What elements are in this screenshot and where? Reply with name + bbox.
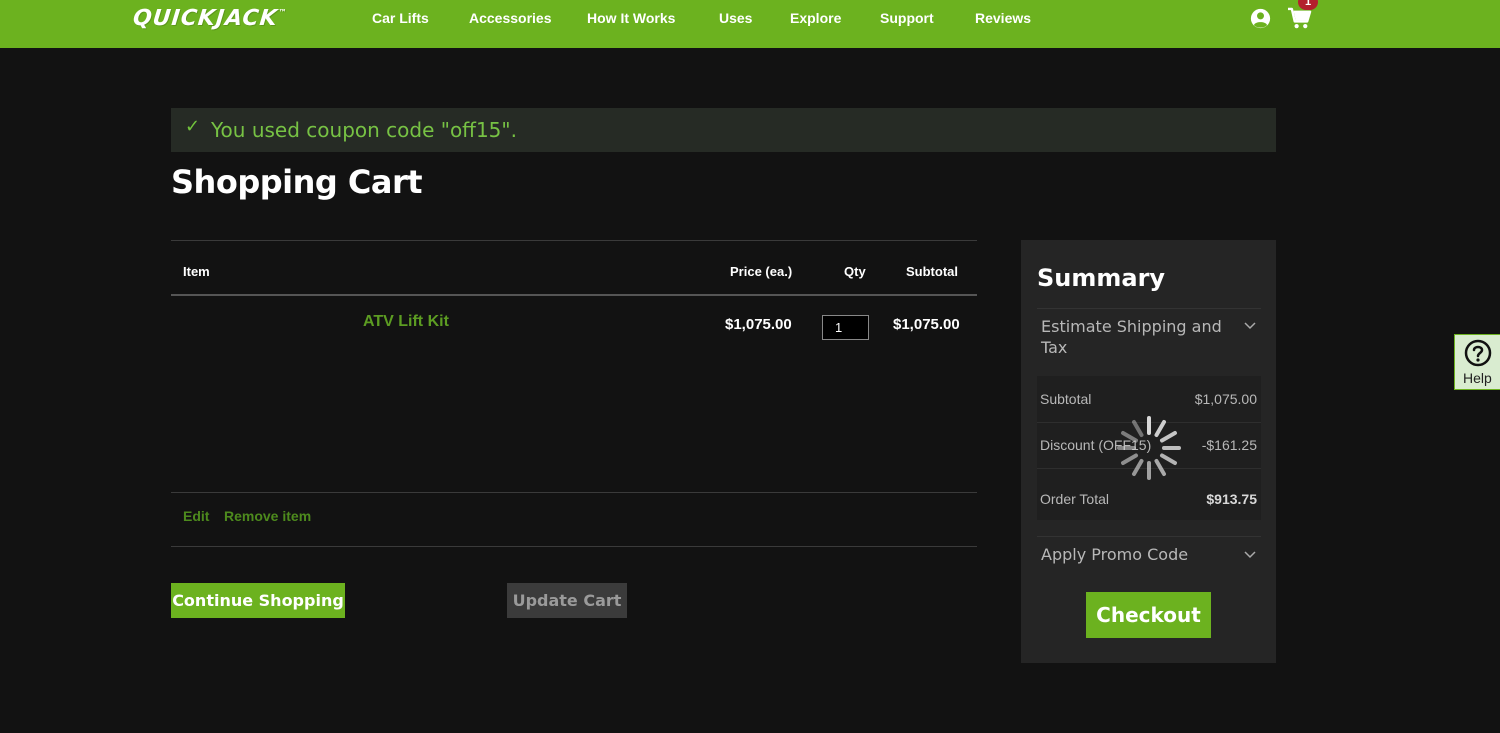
coupon-success-message: ✓ You used coupon code "off15". [171,108,1276,152]
table-top-divider [171,240,977,241]
nav-uses[interactable]: Uses [719,10,752,26]
nav-how-it-works[interactable]: How It Works [587,10,675,26]
summary-divider [1037,536,1261,537]
estimate-shipping-toggle[interactable]: Estimate Shipping and Tax [1041,316,1222,358]
column-header-item: Item [183,264,210,279]
message-text: You used coupon code "off15". [211,118,517,142]
table-header-divider [171,294,977,296]
nav-car-lifts[interactable]: Car Lifts [372,10,429,26]
subtotal-label: Subtotal [1040,391,1092,407]
help-label: Help [1463,370,1492,386]
nav-reviews[interactable]: Reviews [975,10,1031,26]
discount-value: -$161.25 [1201,437,1257,453]
summary-title: Summary [1037,264,1166,292]
cart-icon[interactable] [1287,7,1312,30]
item-subtotal: $1,075.00 [893,316,960,333]
column-header-price: Price (ea.) [730,264,793,279]
logo-text: QUICKJACK [131,6,280,31]
question-icon [1464,339,1492,367]
chevron-down-icon[interactable] [1244,322,1256,330]
subtotal-value: $1,075.00 [1194,391,1257,407]
check-icon: ✓ [185,116,201,136]
account-icon[interactable] [1250,8,1271,29]
row-divider [171,492,977,493]
help-tab[interactable]: Help [1454,334,1500,390]
chevron-down-icon[interactable] [1244,551,1256,559]
summary-divider [1037,308,1261,309]
page-title: Shopping Cart [171,163,423,201]
quickjack-logo[interactable]: QUICKJACK™ [132,6,288,31]
loading-spinner-icon [1117,416,1181,480]
nav-accessories[interactable]: Accessories [469,10,552,26]
order-total-value: $913.75 [1206,491,1257,507]
estimate-shipping-label-line1: Estimate Shipping and [1041,317,1222,336]
quantity-input[interactable] [822,315,869,340]
order-total-label: Order Total [1040,491,1109,507]
estimate-shipping-label-line2: Tax [1041,338,1068,357]
continue-shopping-button[interactable]: Continue Shopping [171,583,345,618]
table-bottom-divider [171,546,977,547]
top-navigation-bar: QUICKJACK™ Car Lifts Accessories How It … [0,0,1500,48]
logo-trademark: ™ [277,8,288,17]
apply-promo-code-toggle[interactable]: Apply Promo Code [1041,544,1188,565]
column-header-subtotal: Subtotal [906,264,958,279]
update-cart-button[interactable]: Update Cart [507,583,627,618]
item-price: $1,075.00 [725,316,792,333]
remove-item-link[interactable]: Remove item [224,508,311,524]
nav-support[interactable]: Support [880,10,934,26]
edit-item-link[interactable]: Edit [183,508,209,524]
nav-explore[interactable]: Explore [790,10,841,26]
product-name-link[interactable]: ATV Lift Kit [363,313,449,331]
checkout-button[interactable]: Checkout [1086,592,1211,638]
cart-count-badge: 1 [1298,0,1318,10]
column-header-qty: Qty [844,264,866,279]
